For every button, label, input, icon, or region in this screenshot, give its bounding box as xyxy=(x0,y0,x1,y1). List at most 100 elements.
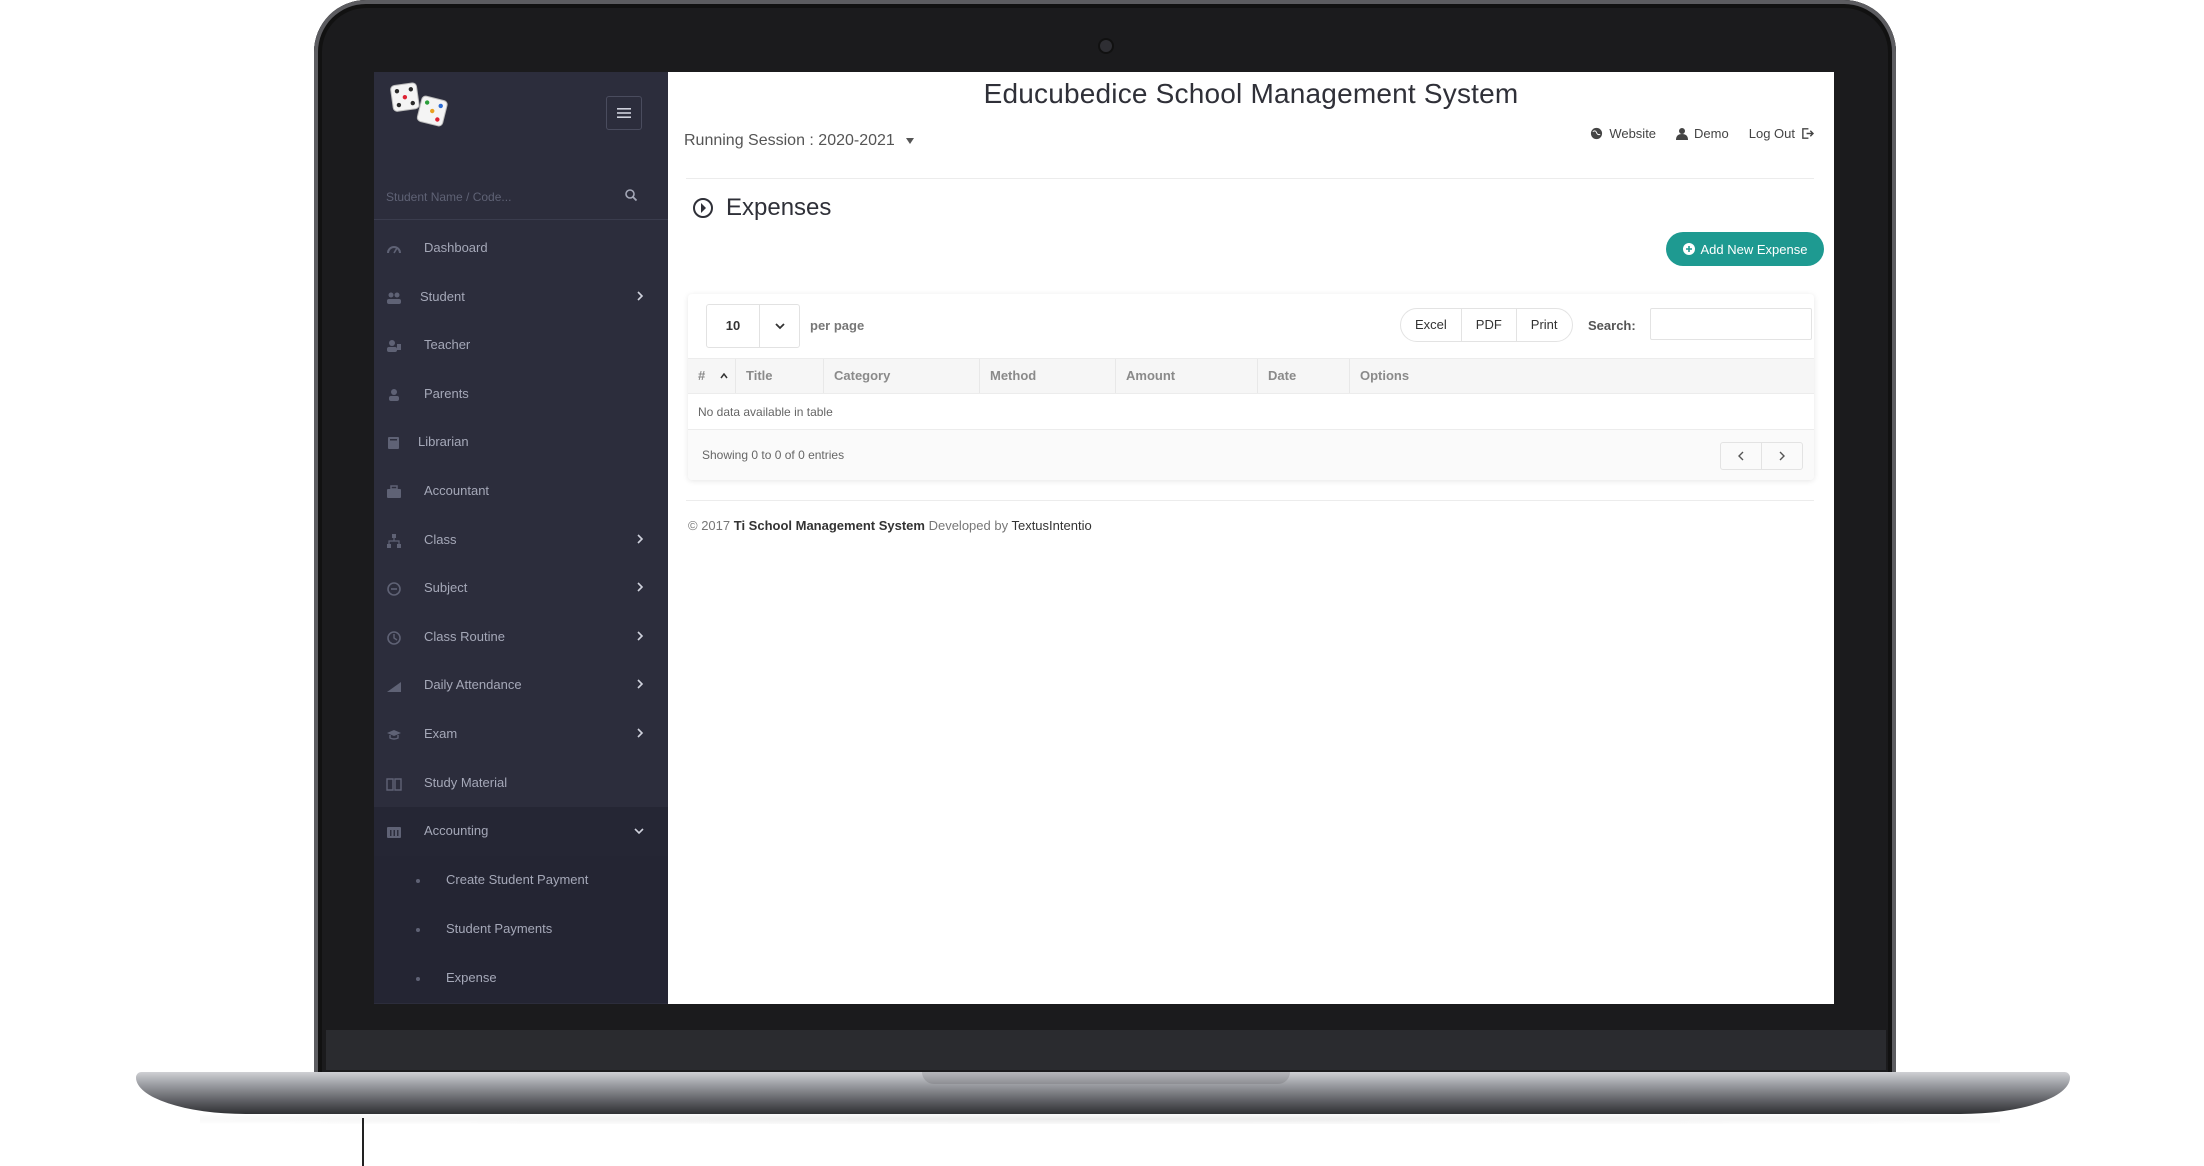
sidebar-item-label: Teacher xyxy=(424,337,471,353)
table-footer: Showing 0 to 0 of 0 entries xyxy=(688,430,1814,480)
sidebar-subitem-create-student-payment[interactable]: Create Student Payment xyxy=(374,856,668,905)
student-search-input[interactable] xyxy=(384,184,618,210)
sidebar-item-class[interactable]: Class xyxy=(374,516,668,565)
sidebar-nav: Dashboard Student Teacher Parents Librar… xyxy=(374,224,668,1003)
column-header-title[interactable]: Title xyxy=(736,359,824,393)
column-header-category[interactable]: Category xyxy=(824,359,980,393)
app-title: Educubedice School Management System xyxy=(983,78,1519,109)
logout-link[interactable]: Log Out xyxy=(1749,126,1814,141)
table-search-label: Search: xyxy=(1588,318,1636,333)
chevron-left-icon xyxy=(1738,451,1744,461)
sidebar-item-label: Parents xyxy=(424,385,469,401)
book-icon xyxy=(388,437,399,450)
sidebar-item-accounting[interactable]: Accounting xyxy=(374,807,668,856)
pagination xyxy=(1720,442,1803,470)
sidebar-item-dashboard[interactable]: Dashboard xyxy=(374,224,668,273)
column-header-number[interactable]: # xyxy=(688,359,736,393)
hamburger-icon xyxy=(617,108,631,118)
table-search-input[interactable] xyxy=(1650,308,1812,340)
chevron-down-icon xyxy=(760,305,799,347)
sidebar-item-student[interactable]: Student xyxy=(374,273,668,322)
sidebar-item-parents[interactable]: Parents xyxy=(374,370,668,419)
header-divider xyxy=(686,178,1814,179)
user-demo-link[interactable]: Demo xyxy=(1676,126,1729,141)
session-selector[interactable]: Running Session : 2020-2021 xyxy=(684,132,915,150)
export-buttons: Excel PDF Print xyxy=(1400,308,1573,342)
sidebar-item-class-routine[interactable]: Class Routine xyxy=(374,613,668,662)
sitemap-icon xyxy=(387,533,401,548)
clock-icon xyxy=(387,630,401,645)
chevron-right-icon xyxy=(637,582,644,592)
sidebar-subitem-label: Student Payments xyxy=(446,920,553,936)
briefcase-icon xyxy=(387,485,401,498)
menu-toggle-button[interactable] xyxy=(606,96,642,130)
chevron-right-icon xyxy=(637,679,644,689)
column-header-options[interactable]: Options xyxy=(1350,359,1814,393)
pagination-previous-button[interactable] xyxy=(1721,443,1762,469)
sidebar-item-subject[interactable]: Subject xyxy=(374,564,668,613)
chevron-right-icon xyxy=(637,631,644,641)
sidebar-item-teacher[interactable]: Teacher xyxy=(374,321,668,370)
sidebar-item-label: Accounting xyxy=(424,823,489,839)
logout-icon xyxy=(1802,128,1814,139)
laptop-shadow xyxy=(200,1114,2000,1124)
sidebar-item-label: Class xyxy=(424,531,457,547)
bullet-icon xyxy=(416,927,420,932)
sidebar-item-daily-attendance[interactable]: Daily Attendance xyxy=(374,661,668,710)
sidebar-item-label: Exam xyxy=(424,725,458,741)
users-icon xyxy=(387,292,401,304)
per-page-label: per page xyxy=(810,318,865,333)
column-header-method[interactable]: Method xyxy=(980,359,1116,393)
sidebar-search xyxy=(374,172,668,220)
laptop-notch xyxy=(922,1072,1290,1084)
footer-developer-link[interactable]: TextusIntentio xyxy=(1011,518,1091,533)
table-empty-row: No data available in table xyxy=(688,394,1814,430)
sidebar-subitem-expense[interactable]: Expense xyxy=(374,954,668,1003)
column-header-label: # xyxy=(698,368,706,383)
sidebar-item-label: Accountant xyxy=(424,482,490,498)
export-pdf-button[interactable]: PDF xyxy=(1462,309,1517,341)
user-icon xyxy=(389,388,399,401)
chevron-right-icon xyxy=(637,728,644,738)
chart-icon xyxy=(387,682,401,693)
header-links: Website Demo Log Out xyxy=(1590,126,1814,141)
per-page-select[interactable]: 10 xyxy=(706,304,800,348)
accounting-submenu: Create Student Payment Student Payments … xyxy=(374,855,668,1003)
table-header: # Title Category Method Amount Date Opti… xyxy=(688,358,1814,394)
column-header-date[interactable]: Date xyxy=(1258,359,1350,393)
sidebar-subitem-student-payments[interactable]: Student Payments xyxy=(374,905,668,954)
sort-asc-icon xyxy=(720,373,728,379)
main-content: Educubedice School Management System Run… xyxy=(668,72,1834,1004)
subject-icon xyxy=(387,582,401,596)
add-new-expense-label: Add New Expense xyxy=(1700,241,1808,257)
column-header-amount[interactable]: Amount xyxy=(1116,359,1258,393)
expenses-table-card: 10 per page Excel PDF Print Search: # Ti… xyxy=(688,294,1814,480)
dice-logo-icon[interactable] xyxy=(390,80,452,135)
circle-arrow-right-icon xyxy=(693,198,713,218)
user-demo-label: Demo xyxy=(1694,126,1729,141)
sidebar-item-librarian[interactable]: Librarian xyxy=(374,418,668,467)
graduation-cap-icon xyxy=(387,729,401,740)
add-new-expense-button[interactable]: Add New Expense xyxy=(1666,232,1824,266)
laptop-bezel xyxy=(326,1030,1886,1070)
table-info: Showing 0 to 0 of 0 entries xyxy=(702,448,845,462)
sidebar-item-accountant[interactable]: Accountant xyxy=(374,467,668,516)
website-link[interactable]: Website xyxy=(1590,126,1656,141)
open-book-icon xyxy=(386,777,402,791)
decorative-line xyxy=(362,1118,364,1166)
export-excel-button[interactable]: Excel xyxy=(1401,309,1462,341)
footer-developed-by: Developed by xyxy=(928,518,1009,533)
bullet-icon xyxy=(416,976,420,981)
website-link-label: Website xyxy=(1609,126,1657,141)
sidebar-item-label: Student xyxy=(420,288,465,304)
search-icon[interactable] xyxy=(624,188,638,207)
pagination-next-button[interactable] xyxy=(1762,443,1802,469)
plus-circle-icon xyxy=(1682,243,1695,255)
per-page-value: 10 xyxy=(707,305,760,347)
chevron-down-icon xyxy=(634,828,644,835)
sidebar-item-label: Class Routine xyxy=(424,628,505,644)
session-label: Running Session : 2020-2021 xyxy=(684,132,895,149)
print-button[interactable]: Print xyxy=(1517,309,1572,341)
sidebar-item-study-material[interactable]: Study Material xyxy=(374,759,668,808)
sidebar-item-exam[interactable]: Exam xyxy=(374,710,668,759)
